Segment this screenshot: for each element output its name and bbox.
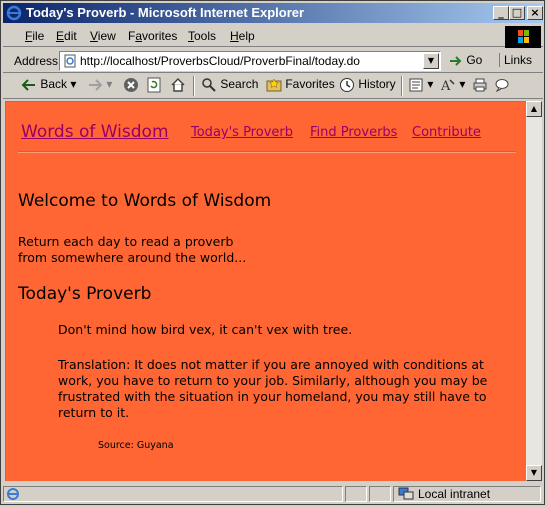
discuss-button[interactable] xyxy=(494,77,510,93)
address-input[interactable]: http://localhost/ProverbsCloud/ProverbFi… xyxy=(59,51,441,71)
menu-tools[interactable]: Tools xyxy=(188,29,216,43)
mail-button[interactable]: ▾ xyxy=(408,77,433,93)
menu-favorites[interactable]: Favorites xyxy=(128,29,177,43)
back-button[interactable]: Back ▾ xyxy=(21,77,76,92)
history-button[interactable]: History xyxy=(339,77,396,93)
status-zone-pane: Local intranet xyxy=(393,486,541,502)
address-label: Address xyxy=(14,54,59,68)
welcome-heading: Welcome to Words of Wisdom xyxy=(18,191,272,211)
home-button[interactable] xyxy=(170,77,186,93)
favorites-icon xyxy=(266,78,282,92)
minimize-button[interactable]: _ xyxy=(493,6,509,20)
stop-button[interactable] xyxy=(123,77,139,93)
scroll-up-button[interactable]: ▲ xyxy=(526,101,542,117)
standard-toolbar: Back ▾ ▾ Search Favorites History ▾ A ▾ xyxy=(3,73,543,99)
site-title-link[interactable]: Words of Wisdom xyxy=(21,122,169,142)
toolbar-separator xyxy=(401,76,403,96)
refresh-icon xyxy=(147,77,161,93)
menu-bar: File Edit View Favorites Tools Help xyxy=(3,25,543,48)
discuss-icon xyxy=(495,79,509,93)
home-icon xyxy=(171,77,185,92)
header-divider xyxy=(18,151,516,153)
intro-line-2: from somewhere around the world... xyxy=(18,250,247,265)
address-dropdown-button[interactable]: ▼ xyxy=(423,53,439,69)
favorites-button[interactable]: Favorites xyxy=(266,77,335,93)
page-icon xyxy=(64,54,76,68)
back-arrow-icon xyxy=(21,79,35,91)
search-button[interactable]: Search xyxy=(201,77,258,93)
address-bar: Address http://localhost/ProverbsCloud/P… xyxy=(3,49,543,73)
vertical-scrollbar[interactable]: ▲ ▼ xyxy=(526,101,542,481)
intranet-icon xyxy=(398,487,414,500)
status-bar: Local intranet xyxy=(3,484,543,504)
scroll-down-button[interactable]: ▼ xyxy=(526,465,542,481)
windows-logo-icon xyxy=(505,26,541,48)
menu-edit[interactable]: Edit xyxy=(56,29,77,43)
toolbar-separator xyxy=(193,76,195,96)
menu-file[interactable]: File xyxy=(25,29,44,43)
links-button[interactable]: Links xyxy=(499,53,532,67)
zone-label: Local intranet xyxy=(418,487,491,501)
stop-icon xyxy=(124,78,138,92)
translation-text: Translation: It does not matter if you a… xyxy=(58,357,488,420)
edit-button[interactable]: A ▾ xyxy=(440,77,465,94)
todays-proverb-heading: Today's Proverb xyxy=(18,284,152,304)
status-pane xyxy=(345,486,367,502)
print-button[interactable] xyxy=(472,77,488,93)
history-icon xyxy=(340,78,354,92)
proverb-text: Don't mind how bird vex, it can't vex wi… xyxy=(58,322,353,337)
go-arrow-icon xyxy=(450,56,462,66)
printer-icon xyxy=(473,78,487,92)
nav-contribute[interactable]: Contribute xyxy=(412,125,481,140)
mail-icon xyxy=(409,78,423,92)
window-title: Today's Proverb - Microsoft Internet Exp… xyxy=(26,5,305,20)
menu-view[interactable]: View xyxy=(90,29,116,43)
status-main-pane xyxy=(3,486,343,502)
intro-line-1: Return each day to read a proverb xyxy=(18,234,234,249)
go-button[interactable]: Go xyxy=(449,53,482,67)
address-url: http://localhost/ProverbsCloud/ProverbFi… xyxy=(80,54,360,68)
forward-button[interactable]: ▾ xyxy=(87,77,112,92)
search-icon xyxy=(202,78,216,92)
font-edit-icon: A xyxy=(440,79,455,94)
forward-arrow-icon xyxy=(89,79,103,91)
page-done-icon xyxy=(7,488,19,500)
status-pane xyxy=(369,486,391,502)
close-button[interactable]: × xyxy=(527,6,543,20)
svg-text:A: A xyxy=(440,79,451,93)
refresh-button[interactable] xyxy=(146,77,162,93)
nav-find-proverbs[interactable]: Find Proverbs xyxy=(310,125,397,140)
maximize-button[interactable]: □ xyxy=(509,6,525,20)
menu-help[interactable]: Help xyxy=(230,29,255,43)
source-text: Source: Guyana xyxy=(98,440,174,451)
page-viewport[interactable]: Words of Wisdom Today's Proverb Find Pro… xyxy=(5,101,526,481)
title-bar[interactable]: Today's Proverb - Microsoft Internet Exp… xyxy=(3,3,543,23)
nav-todays-proverb[interactable]: Today's Proverb xyxy=(191,125,293,140)
browser-window: Today's Proverb - Microsoft Internet Exp… xyxy=(0,0,545,505)
intro-text: Return each day to read a proverb from s… xyxy=(18,234,246,266)
ie-logo-icon xyxy=(6,5,22,21)
